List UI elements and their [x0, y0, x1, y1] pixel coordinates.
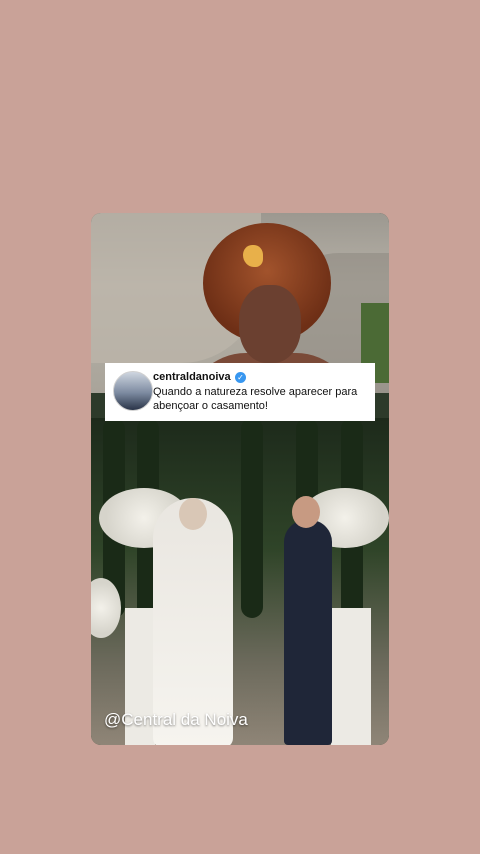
- butterfly: [243, 245, 263, 267]
- bride: [153, 498, 233, 745]
- story-media-card[interactable]: [91, 213, 389, 745]
- bottom-photo-wedding-ceremony: [91, 418, 389, 745]
- account-name[interactable]: centraldanoiva: [153, 371, 231, 383]
- watermark-text: @Central da Noiva: [104, 710, 248, 729]
- post-caption: Quando a natureza resolve aparecer para …: [153, 386, 358, 412]
- verified-checkmark-icon: ✓: [235, 372, 246, 383]
- post-caption-card: centraldanoiva ✓ Quando a natureza resol…: [105, 363, 375, 421]
- groom: [284, 520, 332, 745]
- account-avatar[interactable]: [113, 371, 153, 411]
